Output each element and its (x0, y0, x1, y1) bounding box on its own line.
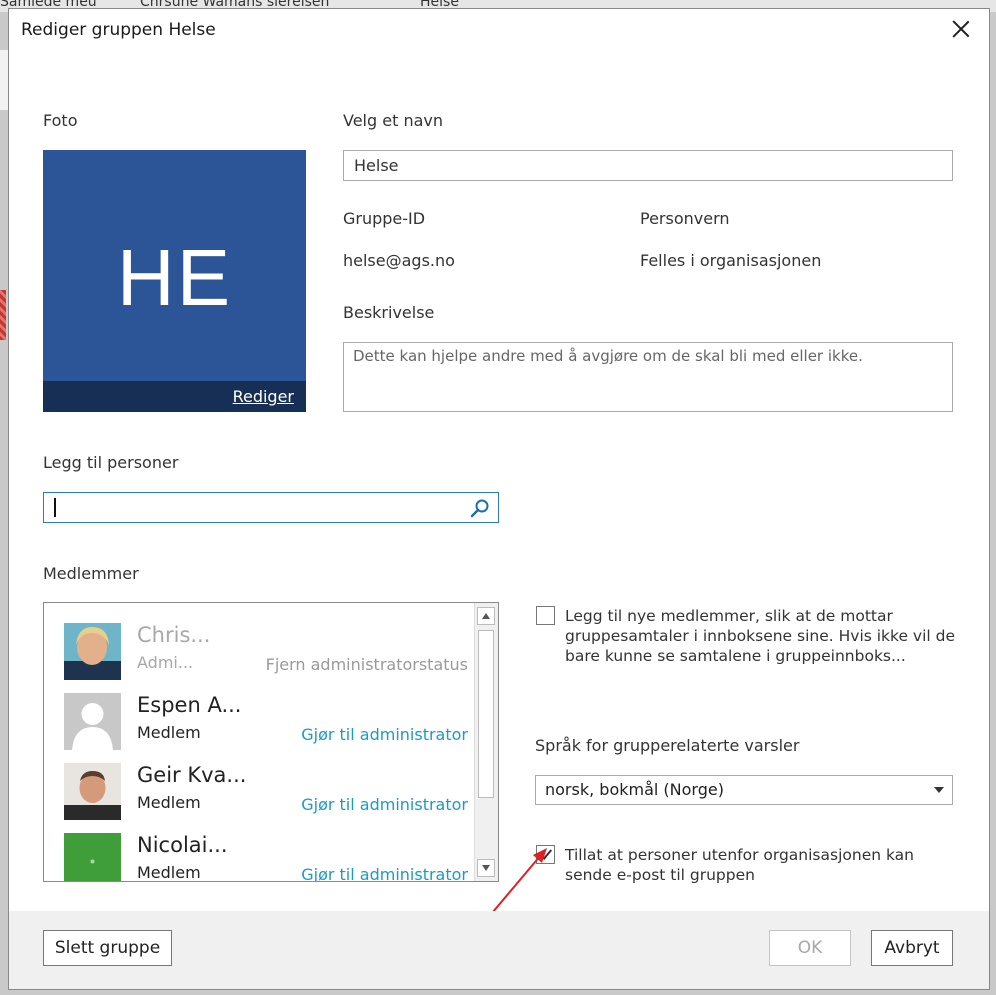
group-id-value: helse@ags.no (343, 251, 455, 270)
group-photo[interactable]: HE Rediger (43, 150, 306, 412)
privacy-label: Personvern (640, 209, 730, 228)
remove-admin-link[interactable]: Fjern administratorstatus (266, 655, 468, 674)
list-item[interactable]: Geir Kva... Medlem Gjør til administrato… (44, 763, 476, 833)
allow-external-email-text: Tillat at personer utenfor organisasjone… (565, 846, 915, 884)
ok-button[interactable]: OK (769, 930, 851, 966)
close-icon[interactable] (949, 17, 973, 41)
list-item[interactable]: Nicolai... Medlem Gjør til administrator (44, 833, 476, 882)
description-label: Beskrivelse (343, 303, 435, 322)
make-admin-link[interactable]: Gjør til administrator (301, 795, 468, 814)
make-admin-link[interactable]: Gjør til administrator (301, 725, 468, 744)
language-value: norsk, bokmål (Norge) (545, 780, 724, 799)
add-people-input[interactable] (43, 492, 499, 523)
avatar (64, 623, 121, 680)
avatar (64, 763, 121, 820)
cancel-button[interactable]: Avbryt (871, 930, 953, 966)
description-input[interactable]: Dette kan hjelpe andre med å avgjøre om … (343, 342, 953, 412)
group-initials: HE (116, 233, 233, 322)
dialog-title: Rediger gruppen Helse (21, 20, 216, 40)
language-select[interactable]: norsk, bokmål (Norge) (535, 775, 953, 805)
member-role: Medlem (137, 863, 201, 882)
avatar (64, 693, 121, 750)
list-item[interactable]: Espen A... Medlem Gjør til administrator (44, 693, 476, 763)
edit-photo-link[interactable]: Rediger (233, 387, 294, 406)
make-admin-link[interactable]: Gjør til administrator (301, 865, 468, 881)
search-icon[interactable] (470, 498, 490, 518)
chevron-down-icon (934, 787, 944, 793)
members-list[interactable]: Chris... Admi... Fjern administratorstat… (43, 602, 499, 882)
text-caret (54, 498, 56, 517)
member-role: Medlem (137, 793, 201, 812)
member-name: Nicolai... (137, 833, 228, 857)
member-name: Geir Kva... (137, 763, 247, 787)
edit-group-dialog: Rediger gruppen Helse Foto HE Rediger Ve… (8, 8, 990, 990)
photo-label: Foto (43, 111, 78, 130)
background-decoration (0, 290, 6, 340)
dialog-footer: Slett gruppe OK Avbryt (9, 911, 989, 989)
privacy-value: Felles i organisasjonen (640, 251, 822, 270)
members-label: Medlemmer (43, 564, 139, 583)
group-name-input[interactable]: Helse (343, 150, 953, 181)
subscribe-new-members-text: Legg til nye medlemmer, slik at de motta… (565, 607, 956, 665)
avatar (64, 833, 121, 881)
add-people-label: Legg til personer (43, 453, 179, 472)
scroll-up-icon[interactable] (477, 607, 495, 625)
member-role: Medlem (137, 723, 201, 742)
members-scrollbar[interactable] (474, 603, 498, 881)
member-name: Espen A... (137, 693, 242, 717)
scrollbar-thumb[interactable] (478, 630, 494, 798)
list-item[interactable]: Chris... Admi... Fjern administratorstat… (44, 623, 476, 693)
delete-group-button[interactable]: Slett gruppe (43, 930, 172, 966)
language-label: Språk for grupperelaterte varsler (535, 736, 800, 755)
member-name: Chris... (137, 623, 211, 647)
subscribe-new-members-checkbox[interactable] (536, 606, 555, 625)
member-role: Admi... (137, 653, 194, 672)
group-id-label: Gruppe-ID (343, 209, 426, 228)
name-label: Velg et navn (343, 111, 443, 130)
